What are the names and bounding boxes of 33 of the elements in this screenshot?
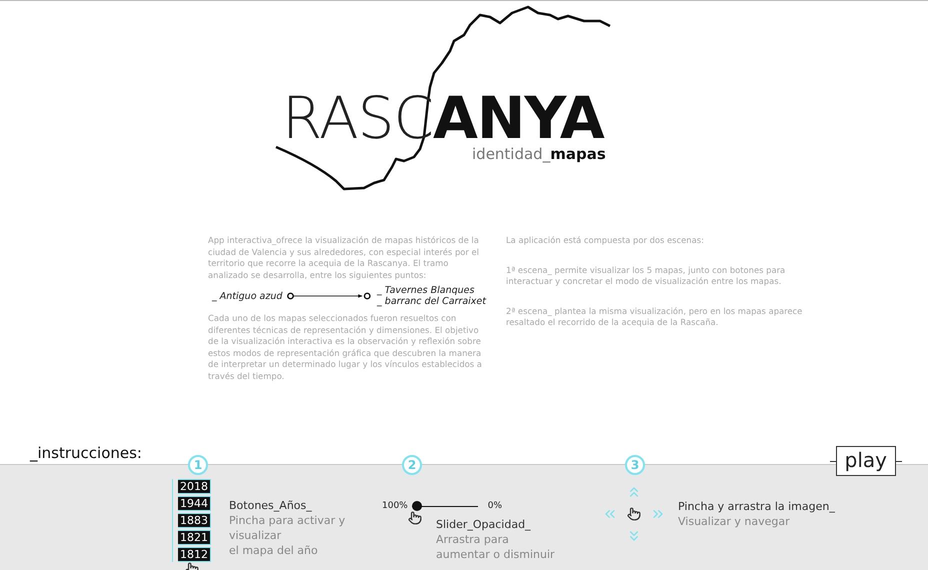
year-button[interactable]: 1944	[178, 496, 211, 511]
step-title: Botones_Años_	[229, 498, 313, 513]
pointer-hand-icon	[408, 511, 422, 525]
route-end: _ barranc del Carraixet	[377, 296, 486, 307]
scene-description: La aplicación está compuesta por dos escenas:	[506, 235, 705, 246]
step-number: 2	[402, 455, 422, 475]
scene-description: 2ª escena_ plantea la misma visualización, pero en los mapas aparece resaltado el recorrido de la acequia de la Rascaña.	[506, 306, 804, 328]
step-description: el mapa del año	[229, 543, 319, 558]
step-title: Pincha y arrastra la imagen_	[678, 499, 835, 514]
step-description: visualizar	[229, 528, 282, 543]
step-number: 3	[625, 455, 645, 475]
step-description: aumentar o disminuir	[436, 547, 555, 562]
instructions-heading: _instrucciones:	[30, 446, 142, 461]
slider-thumb[interactable]	[412, 501, 422, 511]
pointer-hand-icon	[627, 507, 641, 521]
slider-label: 0%	[488, 501, 502, 511]
scene-description: 1ª escena_ permite visualizar los 5 mapas, junto con botones para interactuar y concretar el modo de visualización entre los mapas.	[506, 264, 786, 288]
intro-paragraph: App interactiva_ofrece la visualización de mapas históricos de la ciudad de Valencia y sus alrededores, con especial interés por el territorio que recorre la acequia de la Rascanya. El tramo analizado se desarrolla, entre los siguientes puntos:	[208, 235, 480, 281]
intro-paragraph: Cada uno de los mapas seleccionados fueron resueltos con diferentes técnicas de representación y dimensiones. El objetivo de la visualización interactiva es la observación y reflexión sobre estos modos de representación gráfica que descubren la manera de interpretar un determinado lugar y los vínculos establecidos a través del tiempo.	[208, 313, 483, 382]
step-title: Slider_Opacidad_	[436, 517, 532, 532]
year-button[interactable]: 1821	[178, 530, 211, 545]
year-button[interactable]: 2018	[178, 479, 211, 494]
route-start: _ Antiguo azud	[212, 290, 282, 302]
play-button[interactable]: play	[836, 446, 896, 476]
step-description: Arrastra para	[436, 532, 510, 547]
step-number: 1	[188, 455, 208, 475]
slider-label: 100%	[382, 501, 408, 511]
year-button[interactable]: 1883	[178, 513, 211, 528]
logo-subtitle: identidad_mapas	[472, 147, 606, 162]
route-end: _ Tavernes Blanques	[377, 285, 476, 296]
step-description: Pincha para activar y	[229, 513, 346, 528]
step-description: Visualizar y navegar	[678, 514, 791, 529]
year-button[interactable]: 1812	[178, 547, 211, 562]
